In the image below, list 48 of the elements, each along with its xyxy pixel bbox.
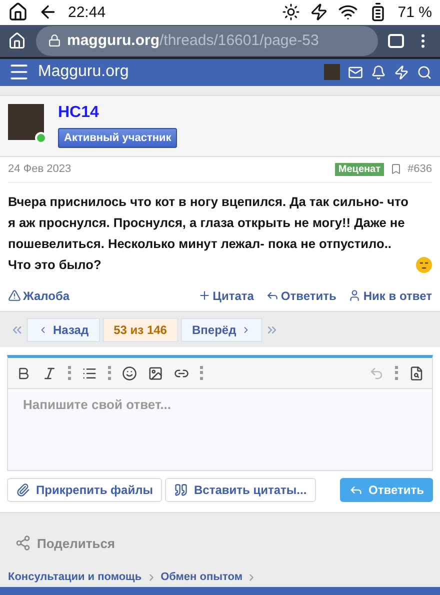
emoji-icon (416, 256, 432, 273)
preview-icon[interactable] (409, 366, 424, 381)
home-icon (8, 2, 28, 22)
bold-icon[interactable] (16, 366, 31, 381)
sun-icon (282, 3, 300, 22)
reply-icon (266, 289, 279, 302)
warning-icon (8, 289, 21, 302)
smiley-icon[interactable] (122, 366, 137, 381)
plus-icon (198, 289, 211, 302)
user-icon (348, 289, 362, 302)
bolt-icon (310, 3, 328, 22)
breadcrumb-link[interactable]: Консультации и помощь (8, 571, 142, 584)
share-button[interactable]: Поделиться (0, 513, 440, 568)
bookmark-icon[interactable] (390, 163, 402, 176)
user-badge: Меценат (335, 162, 384, 176)
italic-icon[interactable] (42, 366, 57, 381)
post-action-link[interactable]: Ответить (266, 288, 336, 303)
post-text: Вчера приснилось что кот в ногу вцепился. Да так сильно- что я аж проснулся. Проснулся, а глаза открыть не могу!! Даже не пошевелиться. Несколько минут лежал- пока не отпустило.. Что это было? (8, 192, 410, 274)
battery-level: 71 % (398, 4, 432, 21)
mail-icon[interactable] (348, 64, 363, 80)
post-action-link[interactable]: Цитата (198, 288, 254, 303)
page-indicator[interactable]: 53 из 146 (102, 318, 178, 342)
list-icon[interactable] (82, 366, 97, 381)
prev-page-button[interactable]: Назад (27, 318, 100, 342)
site-title[interactable]: Magguru.org (38, 63, 129, 82)
post-action-link[interactable]: Жалоба (8, 288, 70, 303)
bell-icon[interactable] (371, 64, 386, 80)
next-page-button[interactable]: Вперёд (180, 318, 262, 342)
image-icon[interactable] (148, 366, 163, 381)
post-number[interactable]: #636 (408, 163, 432, 176)
user-role-badge: Активный участник (58, 128, 178, 148)
bolt-icon[interactable] (394, 64, 409, 80)
home-icon[interactable] (8, 32, 26, 50)
search-icon[interactable] (417, 64, 432, 80)
clock-time: 22:44 (68, 4, 106, 21)
reply-input-field[interactable]: Напишите свой ответ... (8, 388, 432, 470)
breadcrumb-link[interactable]: Обмен опытом (160, 571, 242, 584)
editor-button[interactable]: Вставить цитаты... (164, 478, 316, 502)
post-date: 24 Фев 2023 (8, 163, 72, 176)
url-field[interactable]: magguru.org/threads/16601/page-53 (36, 26, 378, 56)
quote-icon (174, 483, 188, 498)
share-icon (15, 535, 31, 552)
lock-icon (48, 34, 61, 48)
paperclip-icon (16, 483, 30, 498)
tabs-icon[interactable] (388, 34, 404, 48)
editor-button[interactable]: Прикрепить файлы (7, 478, 162, 502)
post-action-link[interactable]: Ник в ответ (348, 288, 432, 303)
username[interactable]: HC14 (58, 104, 99, 122)
